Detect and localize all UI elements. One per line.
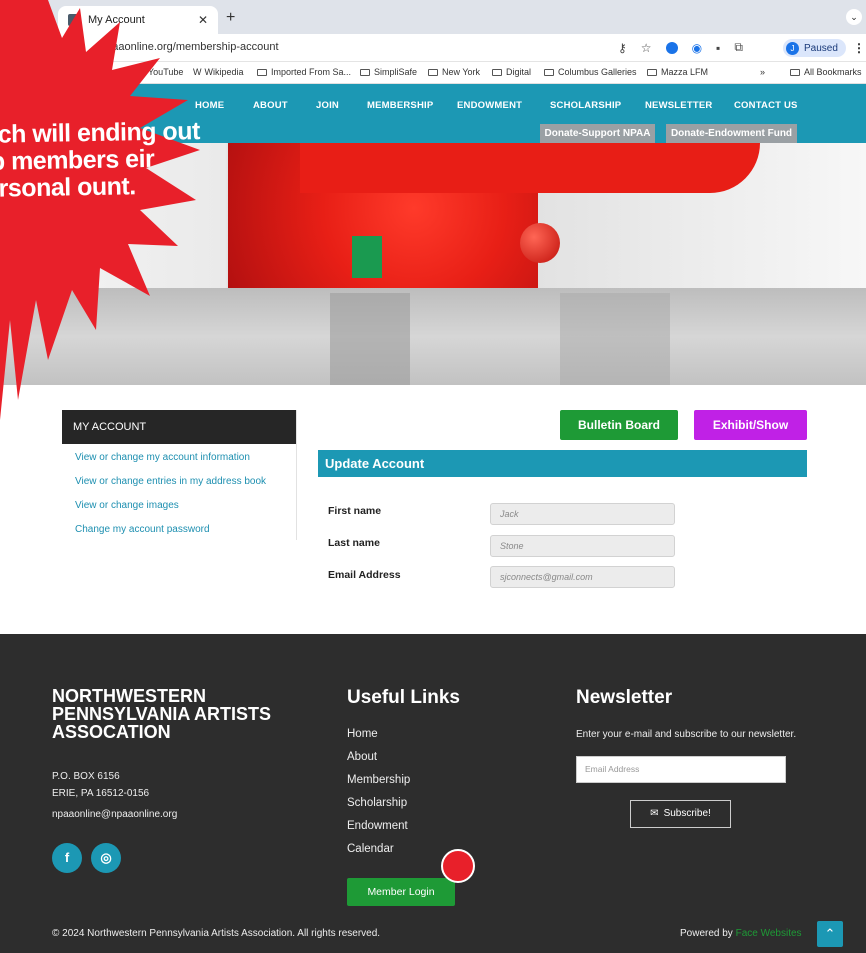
site-footer: NORTHWESTERN PENNSYLVANIA ARTISTS ASSOCA… bbox=[0, 634, 866, 953]
email-field[interactable]: sjconnects@gmail.com bbox=[490, 566, 675, 588]
avatar: J bbox=[786, 41, 799, 55]
first-name-label: First name bbox=[328, 505, 382, 517]
exhibit-show-button[interactable]: Exhibit/Show bbox=[694, 410, 807, 440]
bookmark-mazza-lfm[interactable]: Mazza LFM bbox=[647, 67, 708, 77]
all-bookmarks[interactable]: All Bookmarks bbox=[790, 67, 862, 77]
footer-link-calendar[interactable]: Calendar bbox=[347, 843, 394, 855]
powered-by: Powered by Face Websites bbox=[680, 928, 802, 939]
bookmark-simplisafe[interactable]: SimpliSafe bbox=[360, 67, 417, 77]
envelope-icon: ✉ bbox=[650, 808, 659, 819]
folder-icon bbox=[647, 69, 657, 76]
password-key-icon[interactable]: ⚷ bbox=[618, 41, 627, 55]
footer-email-link[interactable]: npaaonline@npaaonline.org bbox=[52, 809, 177, 820]
last-name-field[interactable]: Stone bbox=[490, 535, 675, 557]
nav-scholarship[interactable]: SCHOLARSHIP bbox=[550, 100, 621, 111]
bulletin-board-button[interactable]: Bulletin Board bbox=[560, 410, 678, 440]
donate-endowment-button[interactable]: Donate-Endowment Fund bbox=[666, 124, 797, 143]
annotation-red-dot bbox=[441, 849, 475, 883]
useful-links-title: Useful Links bbox=[347, 687, 460, 708]
last-name-label: Last name bbox=[328, 537, 380, 549]
footer-city: ERIE, PA 16512-0156 bbox=[52, 788, 150, 799]
bookmark-imported[interactable]: Imported From Sa... bbox=[257, 67, 351, 77]
profile-paused-button[interactable]: J Paused bbox=[783, 39, 846, 57]
bookmarks-overflow[interactable]: » bbox=[760, 67, 765, 77]
nav-endowment[interactable]: ENDOWMENT bbox=[457, 100, 522, 111]
folder-icon bbox=[492, 69, 502, 76]
footer-link-scholarship[interactable]: Scholarship bbox=[347, 797, 407, 809]
extension-sync-icon[interactable]: ◉ bbox=[692, 41, 702, 55]
extension-small-icon[interactable]: ▪ bbox=[716, 41, 720, 55]
newsletter-email-input[interactable]: Email Address bbox=[576, 756, 786, 783]
footer-org-name: NORTHWESTERN PENNSYLVANIA ARTISTS ASSOCA… bbox=[52, 686, 272, 742]
member-login-button[interactable]: Member Login bbox=[347, 878, 455, 906]
copyright-text: © 2024 Northwestern Pennsylvania Artists… bbox=[52, 928, 381, 939]
instagram-icon[interactable]: ◎ bbox=[91, 843, 121, 873]
first-name-field[interactable]: Jack bbox=[490, 503, 675, 525]
folder-icon bbox=[790, 69, 800, 76]
chevron-down-icon[interactable]: ⌄ bbox=[846, 9, 862, 25]
scroll-to-top-button[interactable]: ⌃ bbox=[817, 921, 843, 947]
newsletter-title: Newsletter bbox=[576, 687, 673, 708]
donate-support-button[interactable]: Donate-Support NPAA bbox=[540, 124, 655, 143]
extension-icon[interactable] bbox=[665, 41, 678, 54]
bookmark-new-york[interactable]: New York bbox=[428, 67, 480, 77]
sidebar-link-change-password[interactable]: Change my account password bbox=[75, 524, 210, 535]
face-websites-link[interactable]: Face Websites bbox=[736, 928, 802, 939]
update-account-heading: Update Account bbox=[318, 450, 807, 477]
nav-contact-us[interactable]: CONTACT US bbox=[734, 100, 798, 111]
email-label: Email Address bbox=[328, 569, 401, 581]
bookmark-digital[interactable]: Digital bbox=[492, 67, 531, 77]
newsletter-description: Enter your e-mail and subscribe to our n… bbox=[576, 729, 797, 740]
folder-icon bbox=[428, 69, 438, 76]
bookmark-star-icon[interactable]: ☆ bbox=[641, 41, 652, 55]
callout-starburst: oach will ending out elp members eir per… bbox=[0, 0, 260, 520]
more-menu-icon[interactable]: ⋮ bbox=[853, 41, 865, 55]
nav-newsletter[interactable]: NEWSLETTER bbox=[645, 100, 712, 111]
footer-link-home[interactable]: Home bbox=[347, 728, 378, 740]
footer-link-about[interactable]: About bbox=[347, 751, 377, 763]
footer-po-box: P.O. BOX 6156 bbox=[52, 771, 120, 782]
facebook-icon[interactable]: f bbox=[52, 843, 82, 873]
bookmark-columbus-galleries[interactable]: Columbus Galleries bbox=[544, 67, 637, 77]
footer-link-endowment[interactable]: Endowment bbox=[347, 820, 408, 832]
profile-status: Paused bbox=[804, 42, 838, 54]
nav-membership[interactable]: MEMBERSHIP bbox=[367, 100, 433, 111]
starburst-shape-icon bbox=[0, 0, 200, 420]
callout-text: oach will ending out elp members eir per… bbox=[0, 117, 201, 204]
address-bar-icons: ⚷ ☆ ◉ ▪ ⧉ bbox=[618, 40, 743, 55]
extensions-puzzle-icon[interactable]: ⧉ bbox=[734, 40, 743, 55]
nav-join[interactable]: JOIN bbox=[316, 100, 339, 111]
folder-icon bbox=[360, 69, 370, 76]
footer-link-membership[interactable]: Membership bbox=[347, 774, 410, 786]
subscribe-button[interactable]: ✉ Subscribe! bbox=[630, 800, 731, 828]
folder-icon bbox=[544, 69, 554, 76]
